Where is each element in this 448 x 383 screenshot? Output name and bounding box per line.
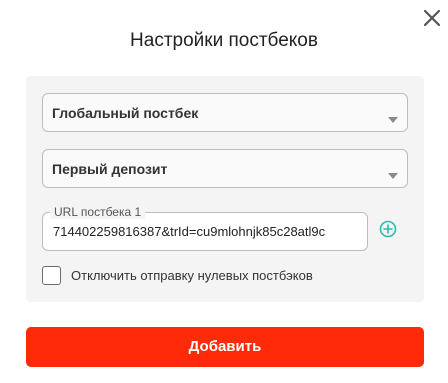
chevron-down-icon (388, 110, 398, 123)
postback-type-select[interactable]: Глобальный постбек (42, 93, 408, 132)
event-select[interactable]: Первый депозит (42, 149, 408, 188)
postback-type-value: Глобальный постбек (52, 105, 199, 121)
disable-zero-postbacks-checkbox[interactable] (42, 266, 61, 285)
close-icon[interactable] (420, 6, 444, 30)
postback-url-input[interactable]: URL постбека 1 71440225981638​7&trId=cu9… (42, 205, 368, 251)
add-button[interactable]: Добавить (26, 327, 424, 367)
postback-settings-dialog: Настройки постбеков Глобальный постбек П… (0, 0, 448, 383)
chevron-down-icon (388, 166, 398, 179)
plus-circle-icon[interactable] (379, 220, 397, 238)
postback-form-panel: Глобальный постбек Первый депозит URL по… (26, 76, 424, 302)
dialog-title: Настройки постбеков (130, 30, 318, 51)
disable-zero-postbacks-label[interactable]: Отключить отправку нулевых постбэков (71, 268, 313, 283)
event-value: Первый депозит (52, 161, 168, 177)
postback-url-label: URL постбека 1 (50, 205, 146, 219)
postback-url-value[interactable]: 71440225981638​7&trId=cu9mlohnjk85c28atl… (53, 224, 359, 239)
